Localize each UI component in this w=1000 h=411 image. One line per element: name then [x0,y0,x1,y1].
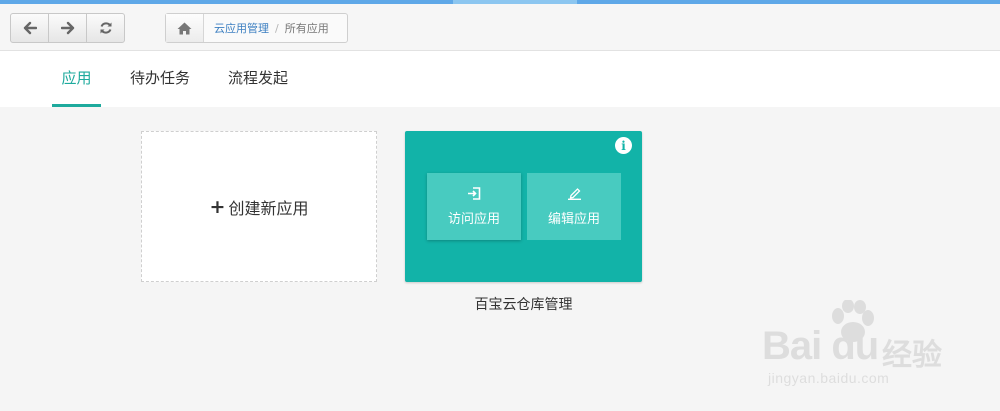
top-toolbar: 云应用管理 / 所有应用 [0,4,1000,51]
plus-icon: + [209,195,226,218]
arrow-left-icon [23,21,37,35]
visit-app-button[interactable]: 访问应用 [427,173,521,240]
baidu-watermark: Bai du 经验 jingyan.baidu.com [762,300,992,395]
tab-todo-tasks[interactable]: 待办任务 [130,51,190,107]
edit-app-button[interactable]: 编辑应用 [527,173,621,240]
sign-in-icon [468,186,481,200]
visit-app-label: 访问应用 [447,211,500,227]
edit-icon [567,187,581,200]
info-icon[interactable]: i [615,137,632,154]
refresh-icon [100,22,111,34]
create-app-card[interactable]: + 创建新应用 [141,131,377,282]
home-icon [177,22,192,34]
home-button[interactable] [166,14,204,42]
breadcrumb: 云应用管理 / 所有应用 [165,13,348,43]
edit-app-label: 编辑应用 [547,211,600,227]
app-card: i 访问应用 编辑应用 [405,131,642,282]
tab-apps[interactable]: 应用 [52,51,101,107]
tab-start-process[interactable]: 流程发起 [227,51,289,107]
history-nav-group [10,13,125,43]
breadcrumb-current: 所有应用 [284,22,329,35]
arrow-right-icon [60,21,74,35]
breadcrumb-separator: / [275,21,279,35]
back-button[interactable] [11,14,49,42]
refresh-button[interactable] [87,14,124,42]
breadcrumb-parent-link[interactable]: 云应用管理 [214,20,269,36]
main-tab-bar: 应用 待办任务 流程发起 [0,51,1000,107]
forward-button[interactable] [49,14,87,42]
watermark-cn: 经验 [882,338,942,373]
watermark-url: jingyan.baidu.com [768,370,890,386]
app-name: 百宝云仓库管理 [474,297,573,313]
watermark-brand: Bai du [762,324,879,368]
create-app-label: 创建新应用 [228,198,309,218]
